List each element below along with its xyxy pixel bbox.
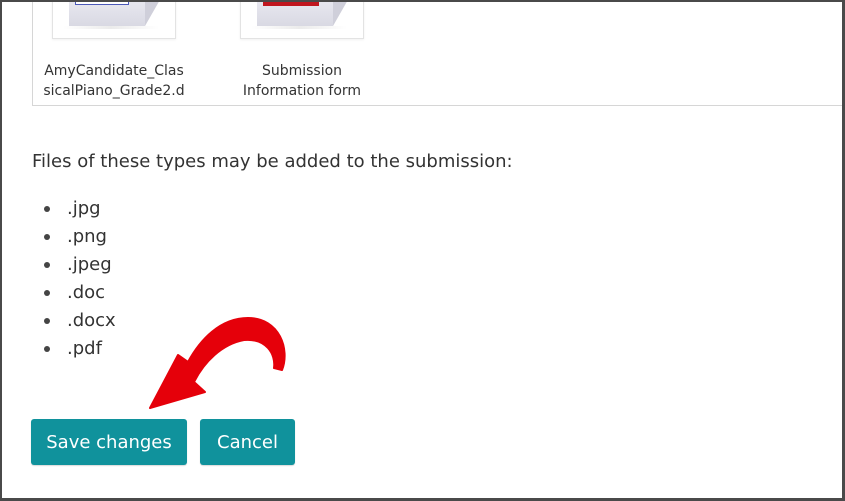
attachment-file-name: Submission Information form [242,63,362,99]
red-curved-arrow-icon [149,317,286,409]
bullet-icon [44,318,50,324]
file-picker-area: AmyCandidate_Clas sicalPiano_Grade2.d Su… [32,0,845,106]
attachment-file-1[interactable]: AmyCandidate_Clas sicalPiano_Grade2.d [39,0,189,101]
file-type-item: .pdf [44,335,116,363]
file-type-item: .doc [44,279,116,307]
pdf-document-icon [240,0,364,39]
save-changes-button[interactable]: Save changes [31,419,187,465]
attachment-file-name: AmyCandidate_Clas sicalPiano_Grade2.d [43,63,185,99]
cancel-button[interactable]: Cancel [200,419,295,465]
bullet-icon [44,262,50,268]
accepted-file-types-heading: Files of these types may be added to the… [32,151,513,172]
file-type-item: .docx [44,307,116,335]
file-type-item: .jpg [44,195,116,223]
bullet-icon [44,290,50,296]
bullet-icon [44,346,50,352]
accepted-file-types-list: .jpg .png .jpeg .doc .docx .pdf [44,195,116,363]
bullet-icon [44,206,50,212]
file-type-item: .png [44,223,116,251]
file-type-item: .jpeg [44,251,116,279]
document-icon [52,0,176,39]
attachment-file-2[interactable]: Submission Information form [227,0,377,101]
bullet-icon [44,234,50,240]
